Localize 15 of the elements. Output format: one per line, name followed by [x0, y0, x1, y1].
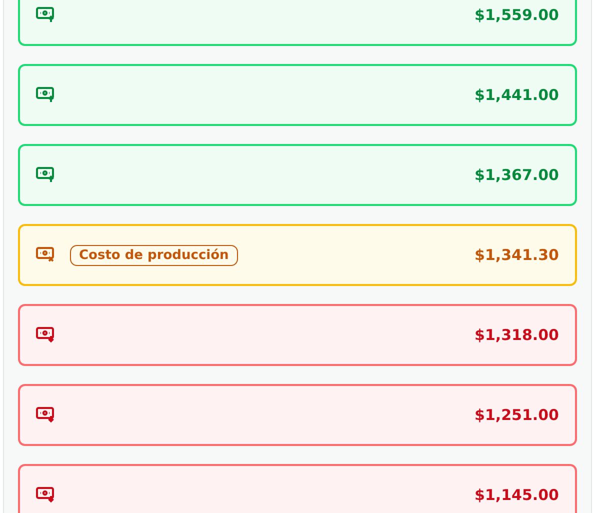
- money-down-icon: [36, 407, 56, 423]
- money-up-icon: [36, 7, 56, 23]
- money-up-icon: [36, 167, 56, 183]
- amount: $1,559.00: [474, 6, 559, 24]
- amount: $1,251.00: [474, 406, 559, 424]
- money-down-icon: [36, 327, 56, 343]
- money-down-icon: [36, 487, 56, 503]
- money-x-icon: [36, 247, 56, 263]
- money-up-icon: [36, 87, 56, 103]
- category-tag: Costo de producción: [70, 244, 238, 266]
- amount: $1,441.00: [474, 86, 559, 104]
- amount: $1,318.00: [474, 326, 559, 344]
- amount: $1,341.30: [474, 246, 559, 264]
- amount: $1,367.00: [474, 166, 559, 184]
- amount: $1,145.00: [474, 486, 559, 504]
